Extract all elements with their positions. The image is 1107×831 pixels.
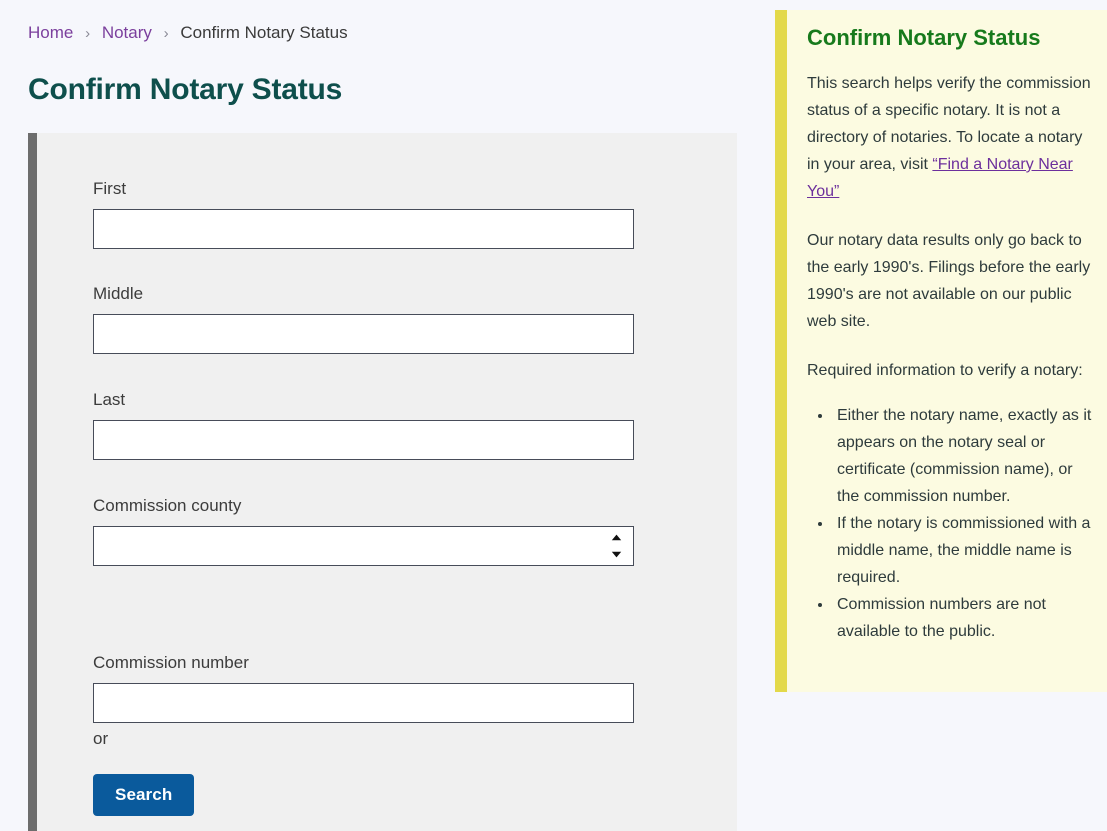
or-divider-text: or — [93, 729, 109, 748]
main-column: Home › Notary › Confirm Notary Status Co… — [0, 0, 760, 831]
breadcrumb-item-notary[interactable]: Notary — [102, 23, 152, 42]
notary-search-form-panel: First Middle Last Commission county or C… — [28, 133, 737, 831]
field-group-commission-number: Commission number — [93, 652, 634, 723]
sidebar-content: Confirm Notary Status This search helps … — [787, 10, 1107, 645]
last-name-label: Last — [93, 390, 126, 409]
page-title: Confirm Notary Status — [28, 73, 343, 106]
commission-number-input[interactable] — [93, 683, 634, 723]
sidebar-callout: Confirm Notary Status This search helps … — [775, 10, 1107, 692]
breadcrumb: Home › Notary › Confirm Notary Status — [28, 22, 348, 45]
first-name-input[interactable] — [93, 209, 634, 249]
commission-county-select-wrap — [93, 526, 634, 566]
sidebar-requirements-list: Either the notary name, exactly as it ap… — [807, 402, 1095, 645]
search-button[interactable]: Search — [93, 774, 195, 816]
sidebar-title: Confirm Notary Status — [807, 25, 1041, 50]
sidebar-paragraph-2: Our notary data results only go back to … — [807, 232, 1091, 330]
list-item: Either the notary name, exactly as it ap… — [833, 402, 1095, 510]
last-name-input[interactable] — [93, 420, 634, 460]
sidebar-paragraph-1: This search helps verify the commission … — [807, 70, 1095, 205]
breadcrumb-separator-icon: › — [85, 25, 91, 42]
commission-county-select[interactable] — [93, 526, 634, 566]
breadcrumb-item-home[interactable]: Home — [28, 23, 73, 42]
breadcrumb-separator-icon: › — [163, 25, 169, 42]
breadcrumb-item-current: Confirm Notary Status — [180, 23, 348, 42]
field-group-middle-name: Middle — [93, 283, 634, 354]
commission-number-label: Commission number — [93, 653, 249, 672]
field-group-last-name: Last — [93, 389, 634, 460]
sidebar-paragraph-3: Required information to verify a notary: — [807, 362, 1083, 379]
first-name-label: First — [93, 179, 127, 198]
list-item: If the notary is commissioned with a mid… — [833, 510, 1095, 591]
field-group-first-name: First — [93, 178, 634, 249]
list-item: Commission numbers are not available to … — [833, 591, 1095, 645]
middle-name-label: Middle — [93, 284, 144, 303]
field-group-commission-county: Commission county — [93, 495, 634, 566]
middle-name-input[interactable] — [93, 314, 634, 354]
commission-county-label: Commission county — [93, 496, 242, 515]
